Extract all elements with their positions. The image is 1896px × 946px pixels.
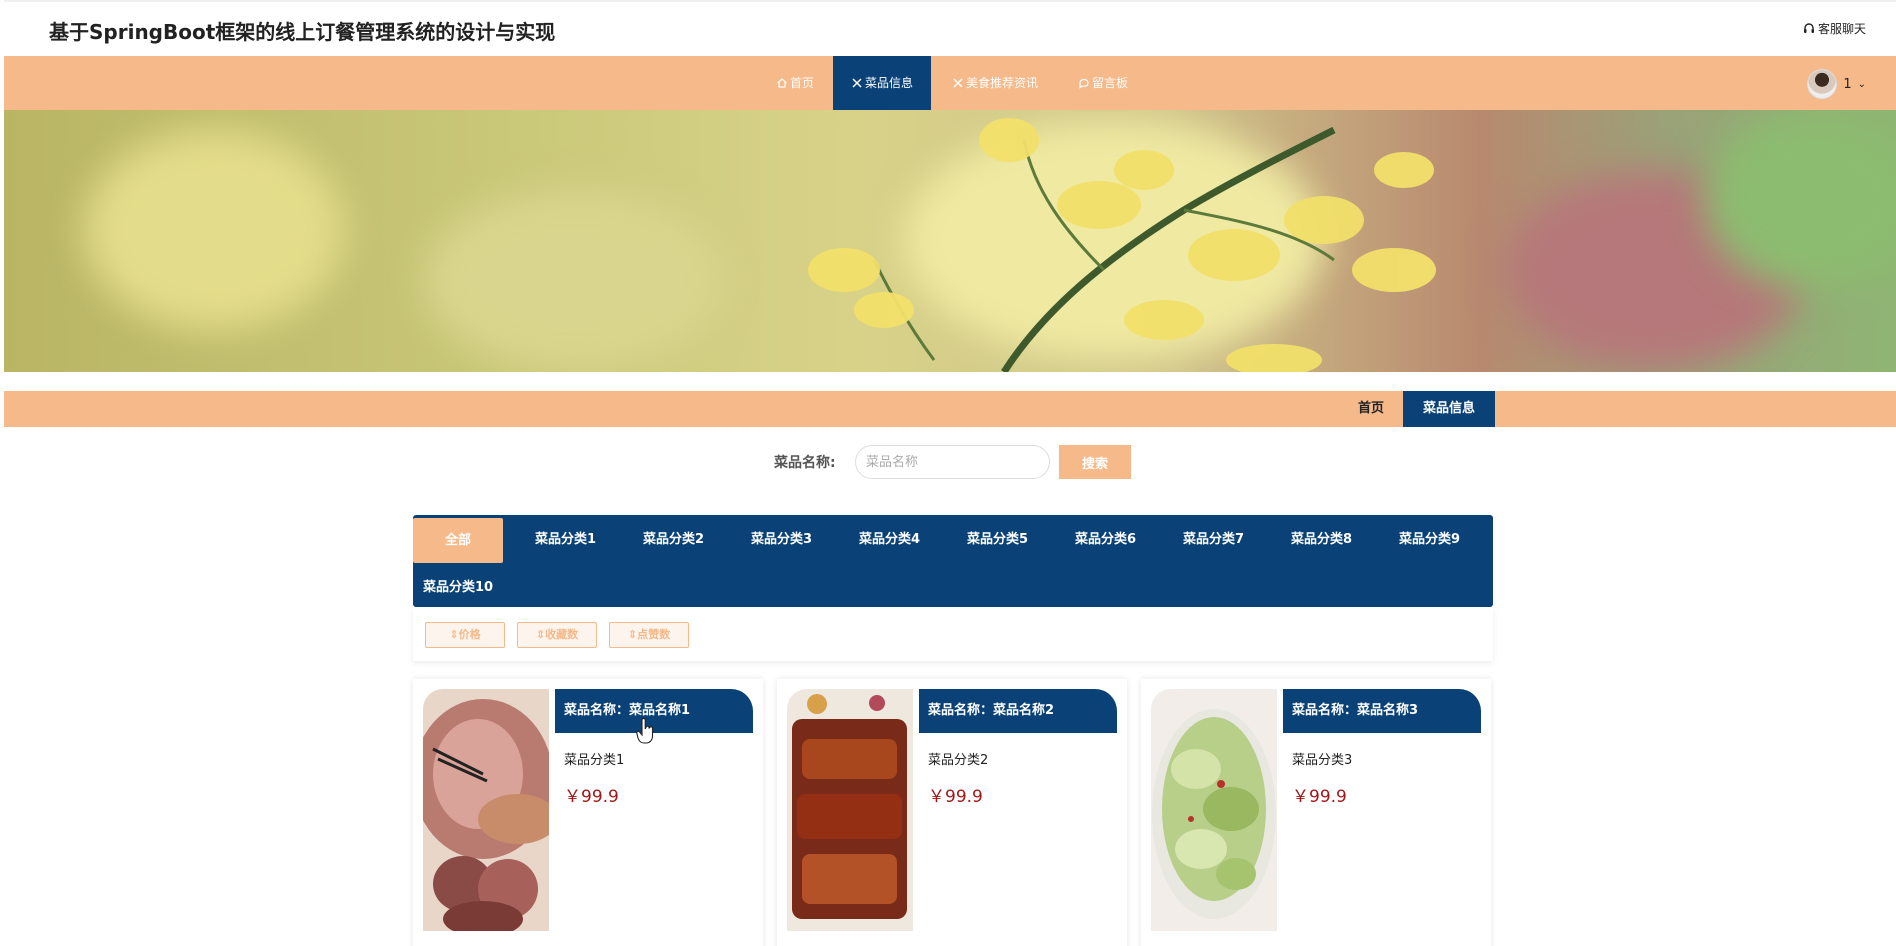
top-header: 基于SpringBoot框架的线上订餐管理系统的设计与实现 客服聊天 bbox=[4, 0, 1896, 56]
sort-favorites-button[interactable]: ⇕收藏数 bbox=[517, 622, 597, 648]
category-tab-all[interactable]: 全部 bbox=[413, 518, 503, 563]
chat-icon bbox=[1079, 78, 1089, 89]
nav-item-label: 留言板 bbox=[1092, 76, 1129, 90]
sort-price-button[interactable]: ⇕价格 bbox=[425, 622, 505, 648]
customer-service-label: 客服聊天 bbox=[1817, 22, 1866, 36]
category-tab[interactable]: 菜品分类10 bbox=[423, 576, 493, 595]
headset-icon bbox=[1803, 22, 1814, 33]
nav-item-food-news[interactable]: 美食推荐资讯 bbox=[952, 56, 1038, 110]
breadcrumb-home[interactable]: 首页 bbox=[1358, 391, 1384, 427]
product-image[interactable] bbox=[423, 689, 549, 931]
product-card[interactable]: 菜品名称：菜品名称2 菜品分类2 ￥99.9 bbox=[777, 679, 1127, 946]
hero-banner bbox=[4, 110, 1896, 372]
product-category: 菜品分类2 bbox=[928, 753, 989, 768]
hand-cursor-icon bbox=[636, 718, 654, 744]
avatar bbox=[1807, 69, 1838, 99]
category-tab[interactable]: 菜品分类1 bbox=[535, 528, 596, 547]
sort-icon: ⇕ bbox=[627, 628, 638, 641]
product-title[interactable]: 菜品名称：菜品名称2 bbox=[919, 689, 1117, 733]
sort-label: 价格 bbox=[458, 628, 481, 641]
product-image[interactable] bbox=[787, 689, 913, 931]
nav-item-dishes[interactable]: 菜品信息 bbox=[833, 56, 932, 110]
category-panel: 全部 菜品分类1 菜品分类2 菜品分类3 菜品分类4 菜品分类5 菜品分类6 菜… bbox=[413, 515, 1493, 607]
category-tab[interactable]: 菜品分类6 bbox=[1075, 528, 1136, 547]
main-nav: 首页 菜品信息 美食推荐资讯 留言板 1 ⌄ bbox=[4, 56, 1896, 110]
site-title: 基于SpringBoot框架的线上订餐管理系统的设计与实现 bbox=[49, 20, 556, 44]
nav-item-home[interactable]: 首页 bbox=[776, 56, 814, 110]
utensils-icon bbox=[953, 78, 963, 88]
nav-item-message-board[interactable]: 留言板 bbox=[1078, 56, 1128, 110]
product-price: ￥99.9 bbox=[928, 787, 983, 807]
user-name: 1 bbox=[1843, 76, 1852, 92]
category-tab[interactable]: 菜品分类5 bbox=[967, 528, 1028, 547]
sort-label: 收藏数 bbox=[545, 628, 579, 641]
sort-icon: ⇕ bbox=[535, 628, 546, 641]
flower-illustration bbox=[808, 118, 1436, 372]
category-tab[interactable]: 菜品分类8 bbox=[1291, 528, 1352, 547]
sort-bar: ⇕价格 ⇕收藏数 ⇕点赞数 bbox=[413, 607, 1493, 661]
sort-icon: ⇕ bbox=[449, 628, 459, 641]
product-title[interactable]: 菜品名称：菜品名称3 bbox=[1283, 689, 1481, 733]
search-label: 菜品名称: bbox=[774, 455, 836, 471]
product-price: ￥99.9 bbox=[1292, 787, 1347, 807]
customer-service-link[interactable]: 客服聊天 bbox=[1803, 20, 1866, 37]
sort-likes-button[interactable]: ⇕点赞数 bbox=[609, 622, 689, 648]
category-tab[interactable]: 菜品分类4 bbox=[859, 528, 920, 547]
sort-label: 点赞数 bbox=[637, 628, 671, 641]
search-input[interactable] bbox=[855, 445, 1050, 479]
product-category: 菜品分类1 bbox=[564, 753, 625, 768]
category-tab[interactable]: 菜品分类7 bbox=[1183, 528, 1244, 547]
page: 基于SpringBoot框架的线上订餐管理系统的设计与实现 客服聊天 首页 菜品… bbox=[0, 0, 1896, 946]
category-tab[interactable]: 菜品分类9 bbox=[1399, 528, 1460, 547]
user-menu[interactable]: 1 ⌄ bbox=[1807, 69, 1866, 99]
product-image[interactable] bbox=[1151, 689, 1277, 931]
breadcrumb: 首页 菜品信息 bbox=[4, 391, 1896, 427]
product-card[interactable]: 菜品名称：菜品名称3 菜品分类3 ￥99.9 bbox=[1141, 679, 1491, 946]
nav-item-label: 美食推荐资讯 bbox=[966, 76, 1039, 90]
nav-item-label: 菜品信息 bbox=[865, 76, 914, 90]
product-title[interactable]: 菜品名称：菜品名称1 bbox=[555, 689, 753, 733]
chevron-down-icon: ⌄ bbox=[1857, 78, 1866, 90]
product-category: 菜品分类3 bbox=[1292, 753, 1353, 768]
home-icon bbox=[777, 78, 787, 88]
category-tab[interactable]: 菜品分类3 bbox=[751, 528, 812, 547]
nav-item-label: 首页 bbox=[790, 76, 815, 90]
utensils-icon bbox=[852, 78, 862, 88]
product-card[interactable]: 菜品名称：菜品名称1 菜品分类1 ￥99.9 bbox=[413, 679, 763, 946]
search-button[interactable]: 搜索 bbox=[1059, 445, 1131, 479]
product-price: ￥99.9 bbox=[564, 787, 619, 807]
breadcrumb-current: 菜品信息 bbox=[1403, 391, 1496, 427]
category-tab[interactable]: 菜品分类2 bbox=[643, 528, 704, 547]
